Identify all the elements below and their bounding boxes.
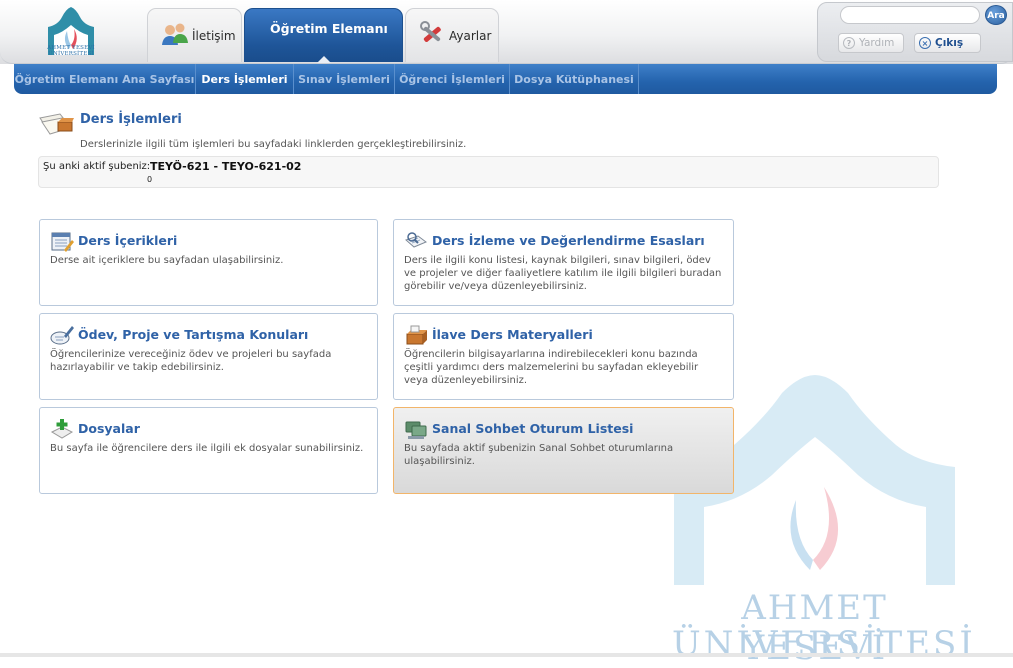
- nav-label: Ders İşlemleri: [201, 73, 288, 86]
- card-description: Öğrencilerin bilgisayarlarına indirebile…: [404, 349, 699, 386]
- active-branch-subvalue: 0: [147, 175, 153, 184]
- card-title: Dosyalar: [78, 421, 140, 436]
- card-sanal-sohbet[interactable]: Sanal Sohbet Oturum Listesi Bu sayfada a…: [393, 407, 734, 494]
- chat-session-icon: [405, 421, 427, 439]
- card-description: Bu sayfa ile öğrencilere ders ile ilgili…: [50, 443, 364, 454]
- nav-label: Sınav İşlemleri: [298, 73, 390, 86]
- help-button[interactable]: ? Yardım: [838, 33, 904, 53]
- card-title: Ders İzleme ve Değerlendirme Esasları: [432, 233, 705, 248]
- materials-box-icon: [406, 325, 427, 345]
- card-odev-proje[interactable]: Ödev, Proje ve Tartışma Konuları Öğrenci…: [39, 313, 378, 400]
- tab-ogretim-elemani[interactable]: Öğretim Elemanı: [244, 8, 403, 63]
- logout-button[interactable]: × Çıkış: [914, 33, 981, 53]
- tab-ogretim-elemani-label: Öğretim Elemanı: [270, 21, 388, 36]
- card-description: Bu sayfada aktif şubenizin Sanal Sohbet …: [404, 443, 674, 467]
- tab-ayarlar[interactable]: Ayarlar: [405, 8, 499, 62]
- tab-iletisim-label: İletişim: [192, 29, 236, 43]
- card-ders-izleme[interactable]: Ders İzleme ve Değerlendirme Esasları De…: [393, 219, 734, 306]
- card-description: Derse ait içeriklere bu sayfadan ulaşabi…: [50, 255, 284, 266]
- pen-paper-icon: [50, 326, 74, 345]
- card-title: Ders İçerikleri: [78, 233, 178, 248]
- tab-iletisim[interactable]: İletişim: [147, 8, 242, 62]
- search-button[interactable]: Ara: [985, 5, 1007, 25]
- card-title: Sanal Sohbet Oturum Listesi: [432, 421, 634, 436]
- secondary-nav: Öğretim Elemanı Ana Sayfası Ders İşlemle…: [14, 64, 997, 94]
- nav-item-ogrenci-islemleri[interactable]: Öğrenci İşlemleri: [395, 64, 510, 94]
- page-description: Derslerinizle ilgili tüm işlemleri bu sa…: [80, 139, 467, 150]
- header: AHMET YESEVİ ÜNİVERSİTESİ İletişim Öğret…: [0, 0, 1013, 64]
- nav-label: Öğrenci İşlemleri: [399, 73, 505, 86]
- active-tab-pointer-icon: [316, 56, 331, 63]
- add-file-icon: [50, 419, 74, 439]
- document-review-icon: [405, 232, 427, 248]
- card-description: Öğrencilerinize vereceğiniz ödev ve proj…: [50, 349, 332, 373]
- close-icon: ×: [919, 37, 931, 49]
- help-icon: ?: [843, 37, 855, 49]
- nav-item-sinav-islemleri[interactable]: Sınav İşlemleri: [294, 64, 395, 94]
- nav-item-ders-islemleri[interactable]: Ders İşlemleri: [196, 64, 294, 94]
- active-branch-box: Şu anki aktif şubeniz: TEYÖ-621 - TEYO-6…: [38, 156, 939, 188]
- watermark-text-line2: ÜNİVERSİTESİ: [672, 624, 976, 664]
- calendar-icon: [51, 232, 74, 252]
- nav-label: Dosya Kütüphanesi: [514, 73, 634, 86]
- nav-item-ana-sayfa[interactable]: Öğretim Elemanı Ana Sayfası: [14, 64, 196, 94]
- bottom-divider: [0, 653, 1013, 657]
- tools-icon: [420, 21, 441, 42]
- card-title: İlave Ders Materyalleri: [432, 327, 593, 342]
- search-button-label: Ara: [987, 11, 1005, 21]
- logo-text: AHMET YESEVİ ÜNİVERSİTESİ: [36, 45, 106, 57]
- nav-item-dosya-kutuphanesi[interactable]: Dosya Kütüphanesi: [510, 64, 639, 94]
- card-description: Ders ile ilgili konu listesi, kaynak bil…: [404, 255, 722, 292]
- card-ders-icerikleri[interactable]: Ders İçerikleri Derse ait içeriklere bu …: [39, 219, 378, 306]
- lesson-operations-icon: [39, 113, 74, 135]
- page-title: Ders İşlemleri: [80, 112, 182, 127]
- nav-label: Öğretim Elemanı Ana Sayfası: [14, 73, 195, 86]
- active-branch-label: Şu anki aktif şubeniz:: [43, 161, 151, 172]
- logo-line2: ÜNİVERSİTESİ: [48, 51, 94, 57]
- card-ilave-materyaller[interactable]: İlave Ders Materyalleri Öğrencilerin bil…: [393, 313, 734, 400]
- help-label: Yardım: [859, 37, 895, 49]
- tab-ayarlar-label: Ayarlar: [449, 29, 492, 43]
- card-title: Ödev, Proje ve Tartışma Konuları: [78, 327, 309, 342]
- active-branch-value: TEYÖ-621 - TEYO-621-02: [150, 160, 302, 173]
- logout-label: Çıkış: [935, 37, 964, 49]
- card-dosyalar[interactable]: Dosyalar Bu sayfa ile öğrencilere ders i…: [39, 407, 378, 494]
- search-input[interactable]: [840, 6, 980, 24]
- users-icon: [162, 23, 188, 45]
